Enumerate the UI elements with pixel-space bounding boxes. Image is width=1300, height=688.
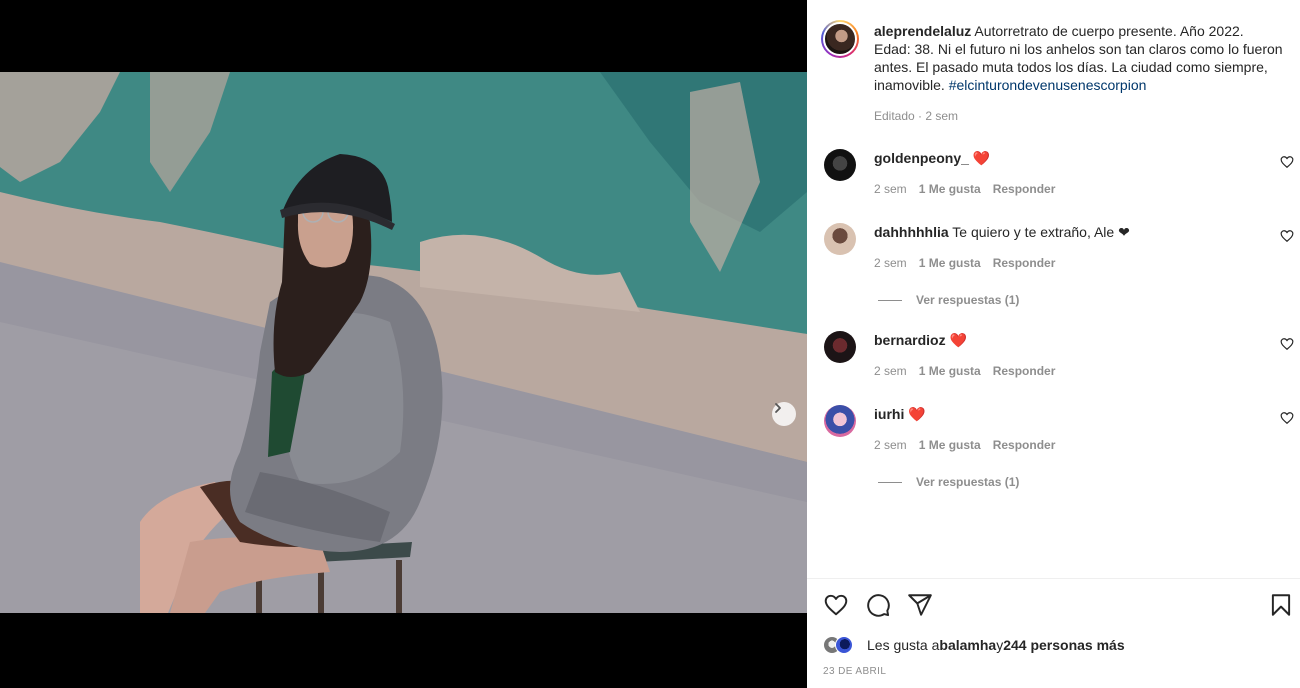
- comment-text: bernardioz ❤️: [874, 331, 967, 349]
- likers-avatars: [823, 636, 859, 654]
- liker-avatar: [835, 636, 853, 654]
- view-replies-button[interactable]: Ver respuestas (1): [878, 475, 1019, 489]
- author-avatar-image: [823, 22, 857, 56]
- comment-avatar[interactable]: [824, 149, 856, 181]
- comment-time[interactable]: 2 sem: [874, 182, 907, 196]
- replies-line: [878, 299, 902, 301]
- post-date[interactable]: 23 DE ABRIL: [823, 666, 886, 677]
- heart-icon[interactable]: [1280, 411, 1294, 425]
- comment-avatar[interactable]: [824, 405, 856, 437]
- actions-divider: [807, 578, 1300, 579]
- comment-avatar[interactable]: [824, 223, 856, 255]
- post-caption: aleprendelaluz Autorretrato de cuerpo pr…: [874, 22, 1284, 94]
- comment-meta: 2 sem 1 Me gusta Responder: [874, 182, 1055, 196]
- heart-icon[interactable]: [823, 592, 849, 618]
- comment-text: goldenpeony_ ❤️: [874, 149, 990, 167]
- comment-likes[interactable]: 1 Me gusta: [919, 256, 981, 270]
- comment-username[interactable]: iurhi: [874, 406, 904, 422]
- comment-likes[interactable]: 1 Me gusta: [919, 438, 981, 452]
- caption-meta: Editado · 2 sem: [874, 109, 959, 123]
- comment-body: ❤️: [945, 332, 967, 348]
- author-avatar[interactable]: [821, 20, 859, 58]
- comment-meta: 2 sem 1 Me gusta Responder: [874, 364, 1055, 378]
- post-side-panel: aleprendelaluz Autorretrato de cuerpo pr…: [807, 0, 1300, 688]
- likes-summary: Les gusta a balamha y 244 personas más: [823, 636, 1125, 654]
- heart-icon[interactable]: [1280, 337, 1294, 351]
- comment-username[interactable]: bernardioz: [874, 332, 946, 348]
- action-bar: [823, 592, 933, 618]
- caption-hashtag[interactable]: #elcinturondevenusenescorpion: [949, 77, 1147, 93]
- comment-time[interactable]: 2 sem: [874, 364, 907, 378]
- view-replies-label: Ver respuestas (1): [916, 475, 1020, 489]
- comment-likes[interactable]: 1 Me gusta: [919, 182, 981, 196]
- comment-username[interactable]: goldenpeony_: [874, 150, 969, 166]
- post-photo[interactable]: [0, 72, 807, 613]
- reply-button[interactable]: Responder: [993, 364, 1056, 378]
- likes-prefix: Les gusta a: [867, 637, 940, 653]
- comment-time[interactable]: 2 sem: [874, 256, 907, 270]
- heart-icon[interactable]: [1280, 229, 1294, 243]
- comment-avatar[interactable]: [824, 331, 856, 363]
- caption-username[interactable]: aleprendelaluz: [874, 23, 971, 39]
- likes-middle: y: [996, 637, 1004, 653]
- comment-meta: 2 sem 1 Me gusta Responder: [874, 256, 1055, 270]
- reply-button[interactable]: Responder: [993, 256, 1056, 270]
- comment-body: ❤️: [904, 406, 926, 422]
- bookmark-icon[interactable]: [1268, 592, 1294, 618]
- likes-user[interactable]: balamha: [939, 637, 996, 653]
- replies-line: [878, 481, 902, 483]
- next-photo-button[interactable]: [772, 402, 796, 426]
- comment-time[interactable]: 2 sem: [874, 438, 907, 452]
- comment-body: Te quiero y te extraño, Ale ❤: [948, 224, 1130, 240]
- photo-illustration: [0, 72, 807, 613]
- comment-username[interactable]: dahhhhhlia: [874, 224, 949, 240]
- heart-icon[interactable]: [1280, 155, 1294, 169]
- comment-text: dahhhhhlia Te quiero y te extraño, Ale ❤: [874, 223, 1130, 241]
- likes-others[interactable]: 244 personas más: [1003, 637, 1124, 653]
- view-replies-button[interactable]: Ver respuestas (1): [878, 293, 1019, 307]
- comment-likes[interactable]: 1 Me gusta: [919, 364, 981, 378]
- comment-meta: 2 sem 1 Me gusta Responder: [874, 438, 1055, 452]
- send-icon[interactable]: [907, 592, 933, 618]
- comment-icon[interactable]: [865, 592, 891, 618]
- comment-body: ❤️: [968, 150, 991, 166]
- chevron-right-icon: [775, 403, 781, 413]
- reply-button[interactable]: Responder: [993, 182, 1056, 196]
- view-replies-label: Ver respuestas (1): [916, 293, 1020, 307]
- media-panel: [0, 0, 807, 688]
- reply-button[interactable]: Responder: [993, 438, 1056, 452]
- comment-text: iurhi ❤️: [874, 405, 926, 423]
